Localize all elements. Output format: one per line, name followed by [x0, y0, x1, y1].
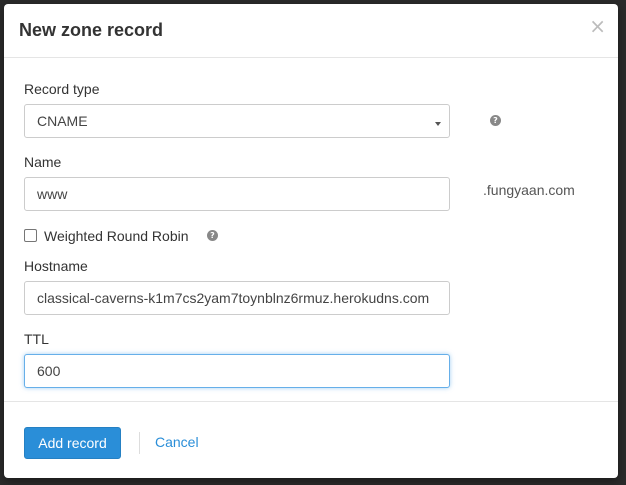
- ttl-input[interactable]: [24, 354, 450, 388]
- ttl-label: TTL: [24, 331, 49, 347]
- weighted-round-robin-help-icon[interactable]: ?: [207, 230, 218, 241]
- add-record-button[interactable]: Add record: [24, 427, 121, 459]
- weighted-round-robin-checkbox[interactable]: [24, 229, 37, 242]
- record-type-selected-value: CNAME: [37, 113, 88, 129]
- footer-divider: [139, 432, 140, 454]
- modal-footer: Add record Cancel: [4, 402, 618, 478]
- record-type-select[interactable]: CNAME: [24, 104, 450, 138]
- name-input[interactable]: [24, 177, 450, 211]
- record-type-label: Record type: [24, 81, 100, 97]
- chevron-down-icon: [435, 122, 441, 126]
- new-zone-record-dialog: New zone record × Record type CNAME ? Na…: [4, 4, 618, 478]
- modal-header: New zone record ×: [4, 4, 618, 58]
- modal-title: New zone record: [19, 20, 164, 40]
- close-icon[interactable]: ×: [589, 16, 606, 36]
- hostname-input[interactable]: [24, 281, 450, 315]
- name-label: Name: [24, 154, 62, 170]
- hostname-label: Hostname: [24, 258, 88, 274]
- cancel-button[interactable]: Cancel: [155, 434, 199, 450]
- weighted-round-robin-label[interactable]: Weighted Round Robin: [44, 228, 189, 244]
- modal-body: Record type CNAME ? Name .fungyaan.com W…: [4, 58, 618, 402]
- record-type-help-icon[interactable]: ?: [490, 115, 501, 126]
- domain-suffix: .fungyaan.com: [483, 182, 575, 198]
